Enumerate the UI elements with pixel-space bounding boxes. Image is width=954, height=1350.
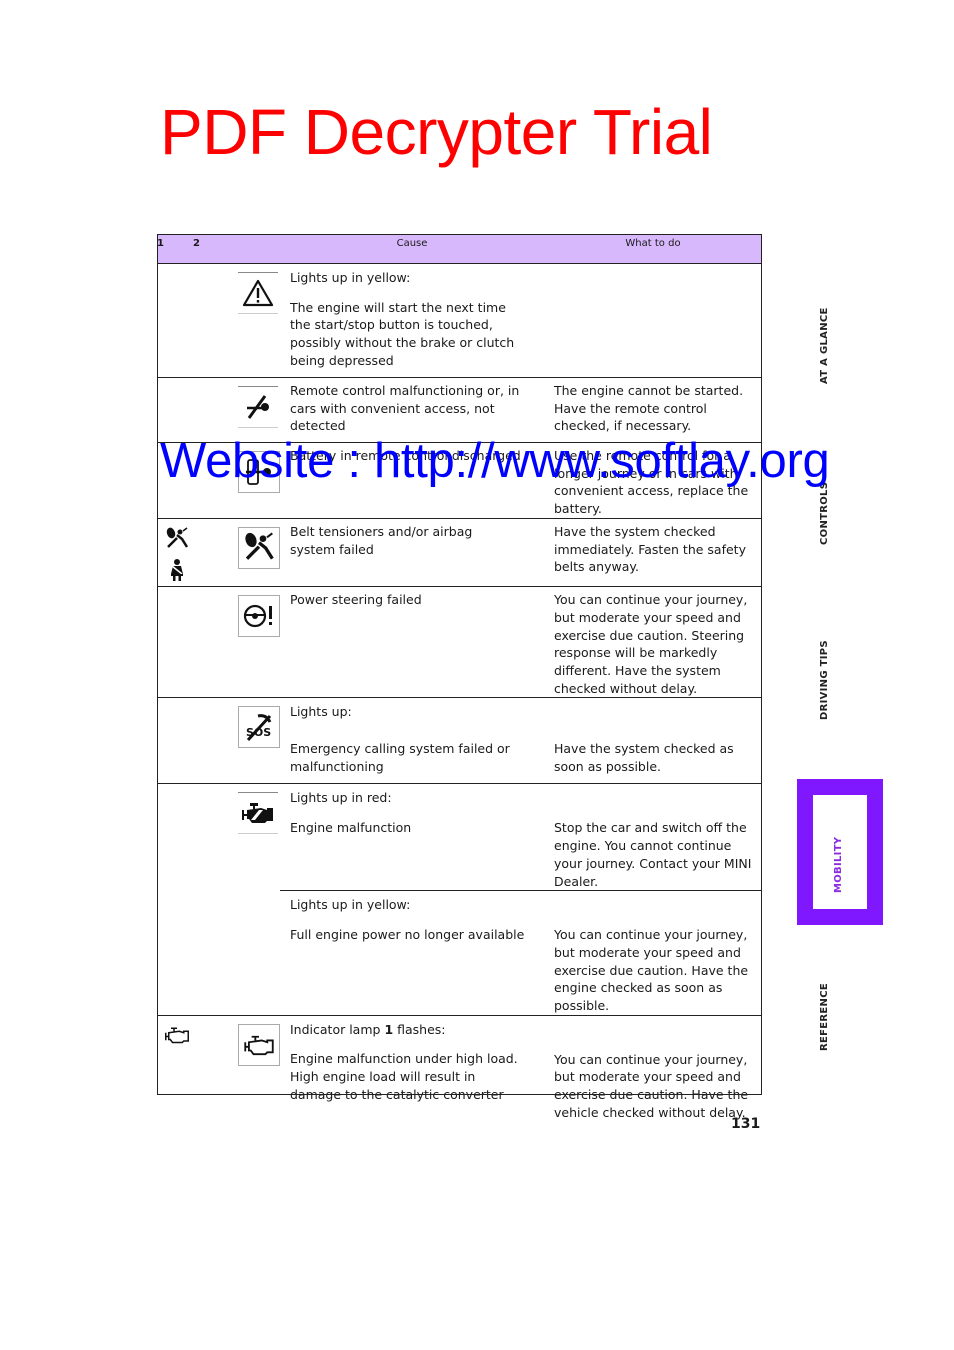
what-to-do-cell [544, 263, 762, 378]
trial-watermark: PDF Decrypter Trial [160, 96, 713, 168]
cause-cell: Lights up in yellow: The engine will sta… [280, 263, 544, 378]
side-tab-mobility-active[interactable]: MOBILITY [797, 779, 883, 925]
cause-text: Belt tensioners and/or airbag system fai… [290, 523, 473, 557]
airbag-icon [238, 526, 280, 569]
indicator-2-cell [193, 263, 280, 378]
engine-outline-icon [238, 1023, 280, 1066]
cause-cell: Lights up in red: Engine malfunction [280, 784, 544, 891]
cause-cell: Lights up in yellow: Full engine power n… [280, 890, 544, 1016]
what-to-do-cell: Stop the car and switch off the engine. … [544, 784, 762, 891]
seatbelt-small-icon [167, 558, 193, 587]
indicator-2-cell [193, 586, 280, 699]
cause-cell: Remote control malfunctioning or, in car… [280, 377, 544, 443]
cause-intro: Lights up in red: [290, 790, 392, 806]
table-row: Power steering failed You can continue y… [157, 586, 762, 699]
side-tab-driving-tips[interactable]: DRIVING TIPS [819, 640, 830, 720]
what-to-do-text: You can continue your journey, but moder… [554, 1051, 749, 1120]
table-row: SOS Lights up: Emergency calling system … [157, 697, 762, 785]
indicator-2-cell [193, 518, 280, 588]
what-to-do-cell: Have the system checked immediately. Fas… [544, 518, 762, 588]
indicator-1-cell [157, 586, 193, 699]
cause-text: Remote control malfunctioning or, in car… [290, 383, 520, 434]
page-number: 131 [731, 1116, 761, 1132]
what-to-do-cell: The engine cannot be started. Have the r… [544, 377, 762, 443]
indicator-1-cell [157, 377, 193, 443]
website-watermark: Website : http://www.softlay.org [160, 434, 830, 488]
indicator-1-cell [157, 783, 193, 1016]
table-row: Belt tensioners and/or airbag system fai… [157, 518, 762, 588]
cause-intro: Lights up in yellow: [290, 897, 411, 913]
what-to-do-text: Have the system checked immediately. Fas… [554, 523, 746, 575]
sos-crossed-icon: SOS [238, 706, 280, 749]
header-col-2: 2 [193, 234, 280, 264]
cause-text: Engine malfunction under high load. High… [290, 1051, 518, 1102]
what-to-do-text: Have the system checked as soon as possi… [554, 741, 734, 775]
what-to-do-text: The engine cannot be started. Have the r… [554, 383, 744, 434]
cause-text: Power steering failed [290, 592, 422, 608]
cause-cell: Indicator lamp 1 flashes: Engine malfunc… [280, 1015, 544, 1129]
what-to-do-cell: You can continue your journey, but moder… [544, 890, 762, 1016]
cause-cell: Lights up: Emergency calling system fail… [280, 697, 544, 785]
indicator-2-cell [193, 377, 280, 443]
what-to-do-cell: You can continue your journey, but moder… [544, 1015, 762, 1129]
side-tab-at-a-glance[interactable]: AT A GLANCE [819, 307, 830, 384]
side-tab-reference[interactable]: REFERENCE [819, 983, 830, 1051]
steering-wheel-exclamation-icon [238, 595, 280, 638]
indicator-1-cell [157, 263, 193, 378]
what-to-do-cell: You can continue your journey, but moder… [544, 586, 762, 699]
cause-text: Full engine power no longer available [290, 926, 525, 942]
what-to-do-cell: Have the system checked as soon as possi… [544, 697, 762, 785]
engine-outline-small-icon [164, 1026, 193, 1049]
warning-triangle-icon [238, 272, 278, 314]
header-cause: Cause [280, 234, 544, 264]
indicator-2-cell [193, 1015, 280, 1129]
table-row: Lights up in red: Engine malfunction Sto… [157, 783, 762, 1016]
cause-cell: Power steering failed [280, 586, 544, 699]
table-row: Indicator lamp 1 flashes: Engine malfunc… [157, 1015, 762, 1129]
indicator-2-cell: SOS [193, 697, 280, 785]
table-row: Remote control malfunctioning or, in car… [157, 377, 762, 443]
what-to-do-text: Stop the car and switch off the engine. … [554, 820, 752, 889]
what-to-do-text: You can continue your journey, but moder… [554, 592, 748, 696]
cause-cell: Belt tensioners and/or airbag system fai… [280, 518, 544, 588]
cause-text: The engine will start the next time the … [290, 299, 515, 368]
airbag-small-icon [165, 527, 193, 556]
side-tab-mobility-label: MOBILITY [833, 836, 844, 893]
table-row: Lights up in yellow: The engine will sta… [157, 263, 762, 378]
indicator-1-cell [157, 697, 193, 785]
indicator-2-cell [193, 783, 280, 1016]
indicator-1-cell [157, 518, 193, 588]
mobility-tab-inner: MOBILITY [813, 795, 867, 909]
cause-intro: Indicator lamp 1 flashes: [290, 1021, 446, 1037]
cause-intro: Lights up in yellow: [290, 270, 411, 285]
check-control-table: 1 2 Cause What to do Lights up in yellow… [157, 234, 762, 1129]
side-tab-controls[interactable]: CONTROLS [819, 482, 830, 545]
cause-text: Emergency calling system failed or malfu… [290, 741, 510, 774]
table-header-row: 1 2 Cause What to do [157, 234, 762, 264]
cause-intro: Lights up: [290, 704, 352, 720]
remote-key-crossed-icon [238, 386, 278, 428]
what-to-do-text: You can continue your journey, but moder… [554, 927, 749, 1014]
indicator-1-cell [157, 1015, 193, 1129]
header-what-to-do: What to do [544, 234, 762, 264]
engine-malfunction-icon [238, 792, 278, 835]
header-col-1: 1 [157, 234, 193, 264]
cause-text: Engine malfunction [290, 820, 412, 836]
